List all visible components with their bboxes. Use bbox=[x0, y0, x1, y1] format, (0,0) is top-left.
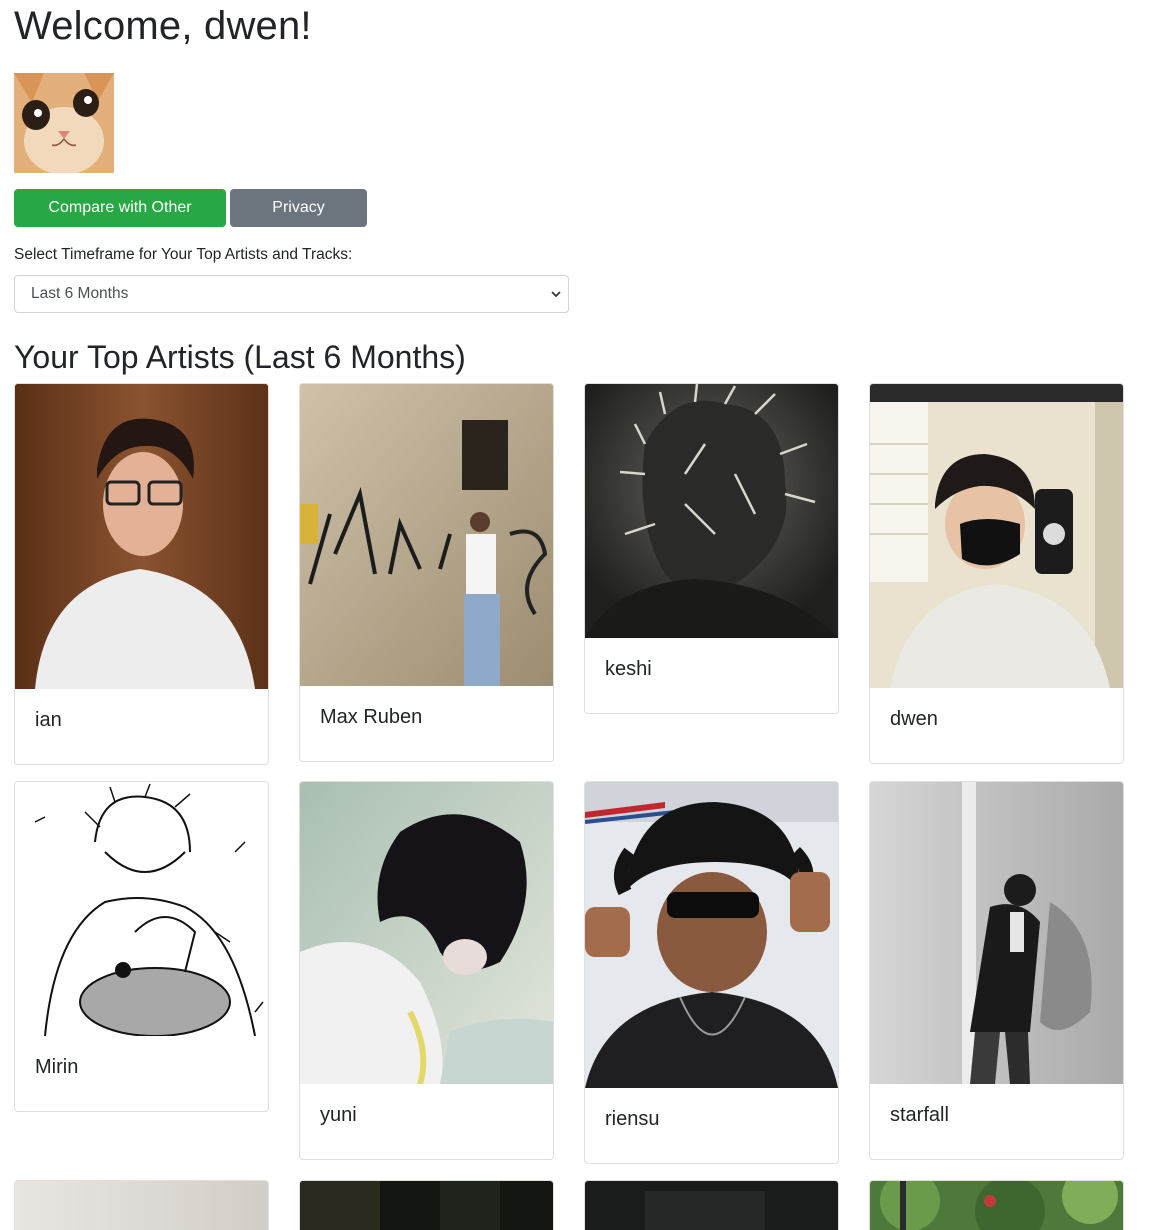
artist-name: ian bbox=[35, 709, 62, 731]
top-artists-heading: Your Top Artists (Last 6 Months) bbox=[14, 339, 466, 375]
chevron-down-icon bbox=[551, 291, 561, 298]
privacy-settings-button[interactable]: Privacy Settings bbox=[230, 189, 367, 254]
artist-photo bbox=[300, 384, 553, 686]
artist-card[interactable]: yuni bbox=[299, 781, 554, 1160]
artist-name: starfall bbox=[890, 1104, 949, 1126]
artist-card[interactable] bbox=[584, 1180, 839, 1230]
welcome-heading: Welcome, dwen! bbox=[14, 4, 312, 48]
artist-card[interactable] bbox=[299, 1180, 554, 1230]
artist-photo bbox=[585, 782, 838, 1088]
artist-photo bbox=[585, 384, 838, 638]
artist-photo bbox=[870, 1181, 1123, 1230]
artist-name: yuni bbox=[320, 1104, 357, 1126]
artist-photo bbox=[300, 1181, 553, 1230]
artist-photo bbox=[300, 782, 553, 1084]
artist-name: Mirin bbox=[35, 1056, 79, 1078]
artist-name: keshi bbox=[605, 658, 652, 680]
artist-card[interactable]: ian bbox=[14, 383, 269, 765]
timeframe-select[interactable]: Last 6 Months bbox=[14, 275, 569, 313]
artist-card[interactable]: keshi bbox=[584, 383, 839, 714]
artist-card[interactable]: dwen bbox=[869, 383, 1124, 764]
user-avatar bbox=[14, 73, 114, 173]
artist-photo bbox=[15, 384, 268, 689]
artist-card[interactable]: riensu bbox=[584, 781, 839, 1164]
page: Welcome, dwen! Compare with Other Users … bbox=[0, 0, 1155, 1230]
artist-photo bbox=[15, 1181, 268, 1230]
artist-photo bbox=[870, 782, 1123, 1084]
artist-name: riensu bbox=[605, 1108, 660, 1130]
artist-name: dwen bbox=[890, 708, 938, 730]
timeframe-selected-value: Last 6 Months bbox=[31, 285, 129, 302]
artist-card[interactable]: Max Ruben bbox=[299, 383, 554, 762]
artist-photo bbox=[585, 1181, 838, 1230]
artist-name: Max Ruben bbox=[320, 706, 423, 728]
timeframe-label: Select Timeframe for Your Top Artists an… bbox=[14, 246, 353, 263]
artist-photo bbox=[15, 782, 268, 1036]
artist-card[interactable]: starfall bbox=[869, 781, 1124, 1160]
artist-card[interactable] bbox=[14, 1180, 269, 1230]
artist-card[interactable] bbox=[869, 1180, 1124, 1230]
compare-users-button[interactable]: Compare with Other Users bbox=[14, 189, 226, 254]
artist-photo bbox=[870, 384, 1123, 688]
artist-card[interactable]: Mirin bbox=[14, 781, 269, 1112]
